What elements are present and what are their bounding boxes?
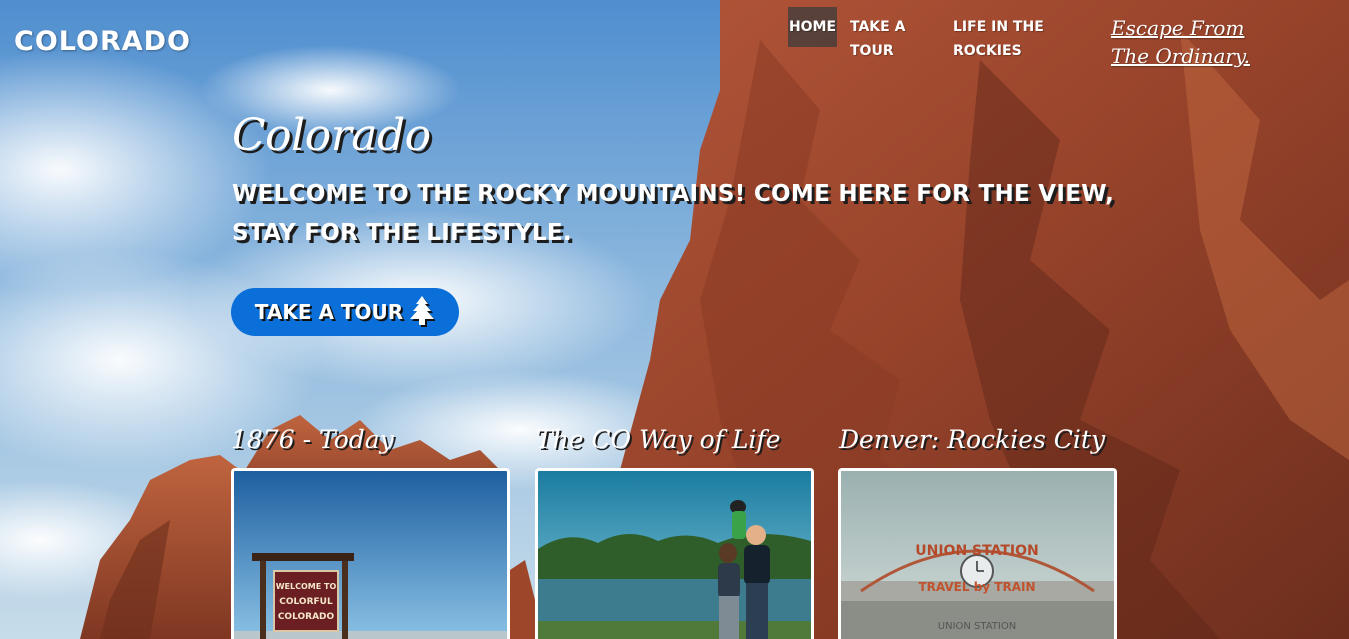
hero-title: Colorado: [232, 110, 431, 161]
nav-take-a-tour[interactable]: TAKE A TOUR: [850, 15, 930, 63]
station-sign-top: UNION STATION: [915, 543, 1038, 559]
pine-tree-icon: [409, 296, 436, 328]
take-a-tour-button-label: TAKE A TOUR: [254, 300, 404, 324]
sign-line-1: WELCOME TO: [276, 582, 337, 591]
station-sign-middle: TRAVEL by TRAIN: [918, 580, 1035, 594]
sign-line-3: COLORADO: [278, 612, 335, 622]
nav-life-in-the-rockies[interactable]: LIFE IN THE ROCKIES: [953, 15, 1088, 63]
brand-logo[interactable]: COLORADO: [14, 26, 191, 57]
sign-line-2: COLORFUL: [279, 597, 333, 607]
card-image-union-station[interactable]: UNION STATION TRAVEL by TRAIN UNION STAT…: [838, 468, 1117, 639]
station-sign-bottom: UNION STATION: [938, 621, 1016, 632]
card-title-denver: Denver: Rockies City: [839, 425, 1106, 454]
card-image-welcome-sign[interactable]: WELCOME TO COLORFUL COLORADO: [231, 468, 510, 639]
nav-escape-link[interactable]: Escape From The Ordinary.: [1111, 14, 1286, 70]
card-image-family-river[interactable]: [535, 468, 814, 639]
card-title-way-of-life: The CO Way of Life: [536, 425, 781, 454]
card-title-history: 1876 - Today: [231, 425, 394, 454]
nav-home[interactable]: HOME: [788, 7, 837, 47]
take-a-tour-button[interactable]: TAKE A TOUR: [231, 288, 459, 336]
hero-subtitle: Welcome to the Rocky Mountains! Come her…: [232, 181, 1115, 246]
